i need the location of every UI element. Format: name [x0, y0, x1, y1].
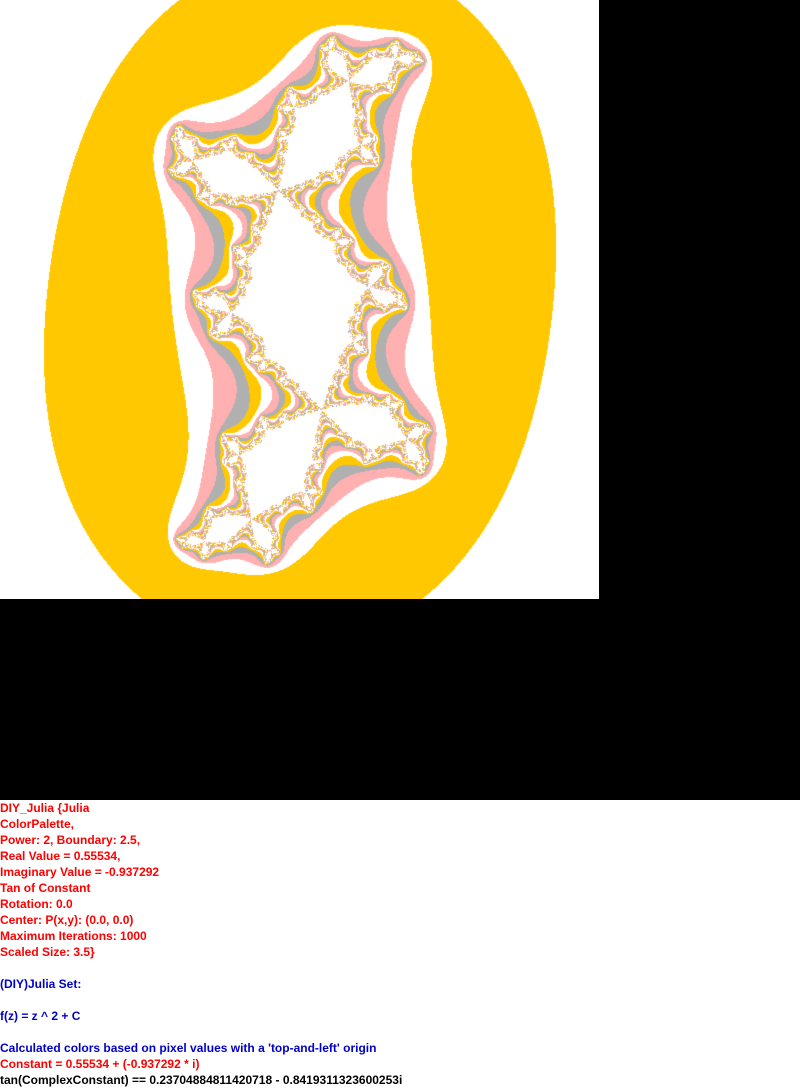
- formula-text: f(z) = z ^ 2 + C: [0, 1009, 81, 1023]
- set-title: (DIY)Julia Set:: [0, 977, 82, 991]
- tan-result-text: tan(ComplexConstant) == 0.23704884811420…: [0, 1073, 403, 1087]
- params-center: Center: P(x,y): (0.0, 0.0): [0, 913, 134, 927]
- params-real-value: Real Value = 0.55534,: [0, 849, 121, 863]
- params-scaled-size: Scaled Size: 3.5}: [0, 945, 95, 959]
- info-panel: DIY_Julia {Julia ColorPalette, Power: 2,…: [0, 800, 800, 1088]
- params-imaginary-value: Imaginary Value = -0.937292: [0, 865, 160, 879]
- params-palette: ColorPalette,: [0, 817, 75, 831]
- color-note: Calculated colors based on pixel values …: [0, 1041, 377, 1055]
- params-power-boundary: Power: 2, Boundary: 2.5,: [0, 833, 141, 847]
- render-area: [0, 0, 800, 800]
- params-max-iterations: Maximum Iterations: 1000: [0, 929, 147, 943]
- constant-text: Constant = 0.55534 + (-0.937292 * i): [0, 1057, 200, 1071]
- params-header: DIY_Julia {Julia: [0, 801, 90, 815]
- params-tan-of-constant: Tan of Constant: [0, 881, 91, 895]
- params-rotation: Rotation: 0.0: [0, 897, 73, 911]
- julia-set-canvas[interactable]: [0, 0, 599, 599]
